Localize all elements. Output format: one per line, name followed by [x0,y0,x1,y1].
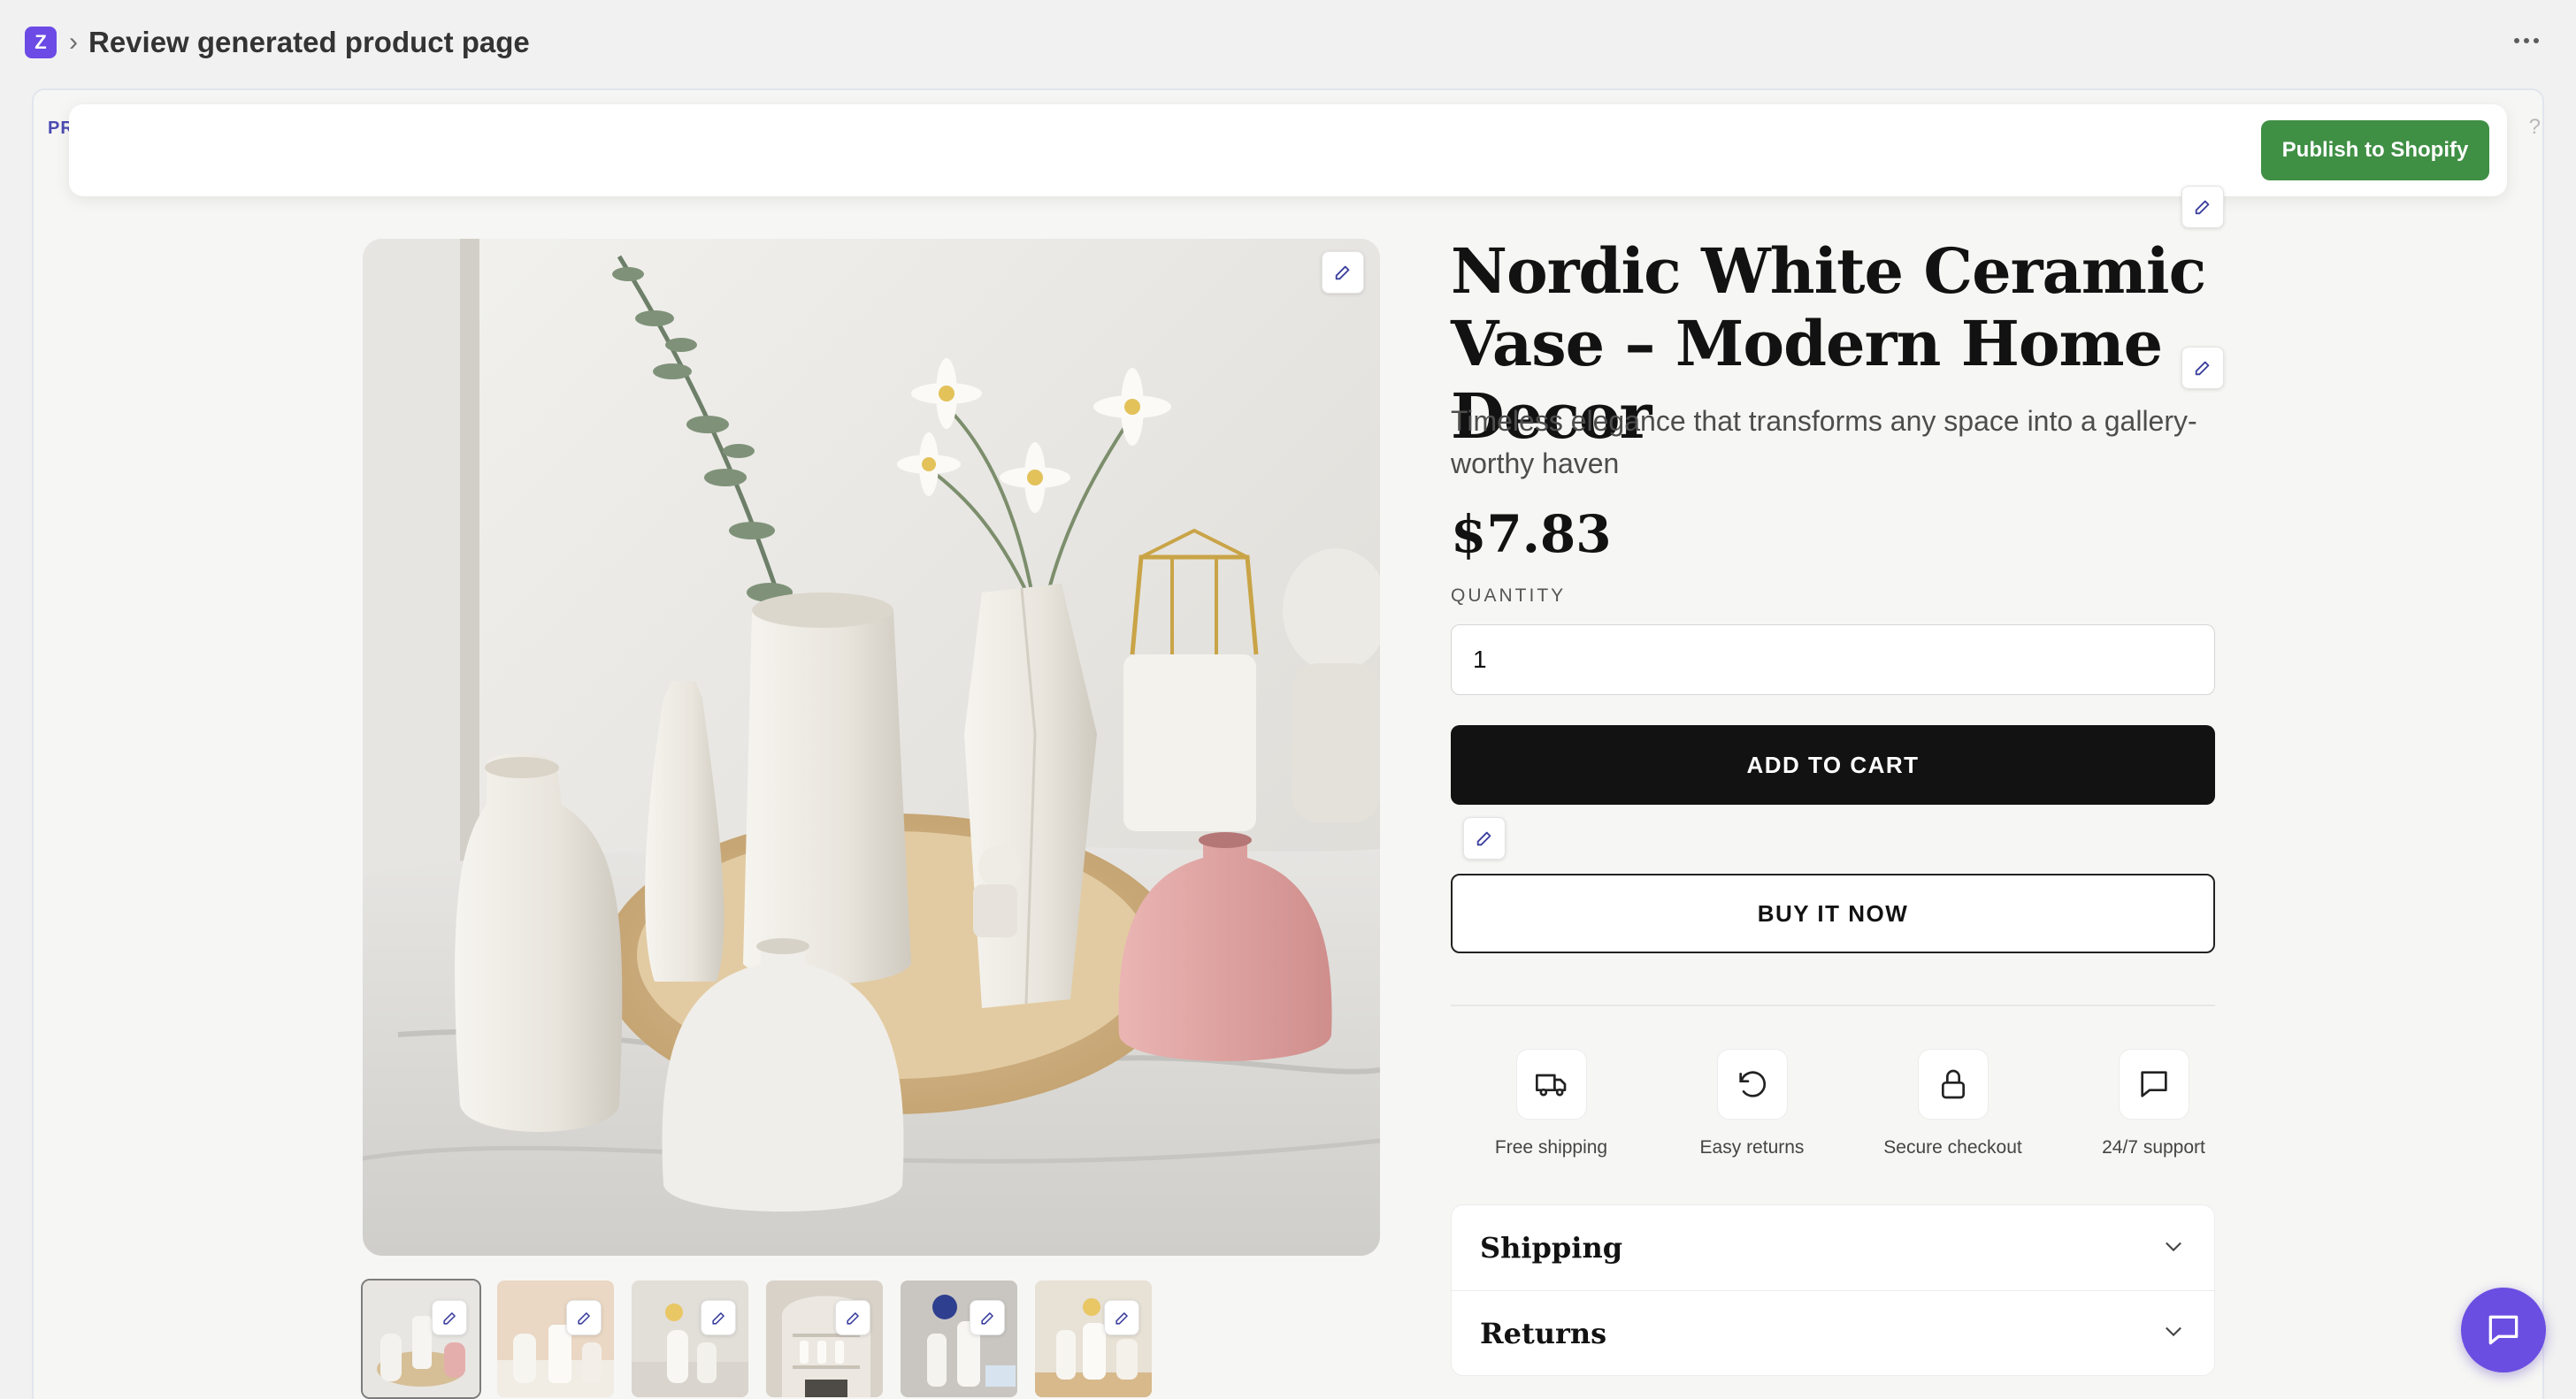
page-title: Review generated product page [88,26,530,58]
product-subtitle: Timeless elegance that transforms any sp… [1451,405,2197,479]
publish-to-shopify-button[interactable]: Publish to Shopify [2261,120,2489,180]
thumbnail-image [1035,1281,1152,1397]
section-divider [1451,1005,2215,1006]
accordion-shipping[interactable]: Shipping [1452,1205,2214,1290]
pencil-icon [2195,200,2210,215]
edit-thumbnail-button[interactable] [1104,1300,1139,1335]
more-options-button[interactable] [2503,23,2549,58]
dot-icon [2524,38,2529,43]
vase-photo [363,239,1380,1256]
edit-image-button[interactable] [1322,251,1364,294]
edit-subtitle-button[interactable] [2181,347,2224,389]
pencil-icon [1335,265,1350,280]
edit-title-top-button[interactable] [2181,186,2224,228]
thumbnail-2[interactable] [495,1279,616,1399]
edit-thumbnail-button[interactable] [566,1300,602,1335]
badge-label: Secure checkout [1883,1137,2022,1158]
app-logo[interactable]: Z [25,27,57,58]
badge-secure-checkout: Secure checkout [1852,1049,2053,1158]
thumbnail-3[interactable] [630,1279,750,1399]
dot-icon [2534,38,2539,43]
accordion-returns[interactable]: Returns [1452,1290,2214,1375]
lock-icon [1941,1069,1965,1099]
pencil-icon [442,1311,456,1325]
quantity-input[interactable] [1451,624,2215,695]
dot-icon [2514,38,2519,43]
chevron-down-icon [2161,1319,2186,1348]
thumbnail-4[interactable] [764,1279,885,1399]
buy-it-now-button[interactable]: BUY IT NOW [1451,874,2215,953]
badge-easy-returns: Easy returns [1652,1049,1852,1158]
badge-label: Easy returns [1699,1137,1805,1158]
edit-thumbnail-button[interactable] [701,1300,736,1335]
edit-buttons-button[interactable] [1463,817,1506,860]
pencil-icon [711,1311,724,1325]
edit-thumbnail-button[interactable] [432,1300,467,1335]
help-icon[interactable]: ? [2529,115,2541,140]
info-accordion: Shipping Returns [1451,1204,2215,1376]
trust-badges: Free shipping Easy returns Secure checko… [1451,1049,2256,1158]
rotate-ccw-icon [1738,1071,1766,1097]
badge-free-shipping: Free shipping [1451,1049,1652,1158]
truck-icon [1535,1074,1566,1097]
publish-toolbar: Publish to Shopify [69,104,2507,196]
badge-label: 24/7 support [2102,1137,2205,1158]
pencil-icon [846,1311,859,1325]
thumbnail-6[interactable] [1033,1279,1154,1399]
edit-thumbnail-button[interactable] [835,1300,870,1335]
pencil-icon [980,1311,993,1325]
thumbnail-1[interactable] [361,1279,481,1399]
product-main-image[interactable] [363,239,1380,1256]
message-square-icon [2140,1071,2167,1097]
pencil-icon [2195,361,2210,376]
edit-thumbnail-button[interactable] [970,1300,1005,1335]
app-header: Z › Review generated product page [0,0,2576,85]
pencil-icon [1476,831,1491,846]
badge-support: 24/7 support [2053,1049,2254,1158]
product-price: $7.83 [1451,504,1612,564]
thumbnail-image [497,1281,614,1397]
chat-icon [2488,1315,2518,1345]
thumbnail-image [901,1281,1017,1397]
thumbnail-strip [361,1279,1154,1399]
pencil-icon [577,1311,590,1325]
thumbnail-5[interactable] [899,1279,1019,1399]
quantity-label: QUANTITY [1451,585,1567,606]
pencil-icon [1115,1311,1128,1325]
badge-label: Free shipping [1494,1137,1608,1158]
accordion-title: Returns [1480,1316,1607,1350]
thumbnail-image [766,1281,883,1397]
thumbnail-image [363,1281,479,1397]
accordion-title: Shipping [1480,1231,1623,1265]
add-to-cart-button[interactable]: ADD TO CART [1451,725,2215,805]
breadcrumb-chevron-icon: › [69,27,78,57]
thumbnail-image [632,1281,748,1397]
chat-button[interactable] [2461,1288,2546,1372]
chevron-down-icon [2161,1234,2186,1263]
